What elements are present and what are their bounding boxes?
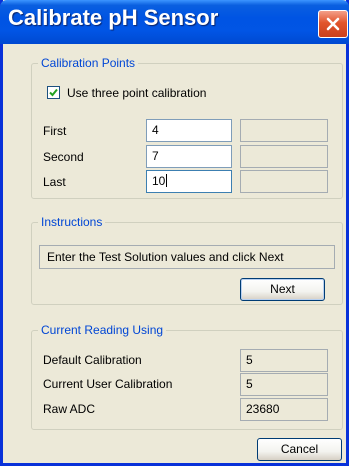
three-point-checkbox-label[interactable]: Use three point calibration: [67, 86, 206, 100]
dialog-window: Calibrate pH Sensor Calibration Points U…: [0, 0, 349, 466]
last-value-text: 10: [152, 174, 166, 188]
last-value-input[interactable]: 10: [146, 170, 232, 193]
current-reading-group: Current Reading Using Default Calibratio…: [31, 323, 343, 430]
last-status-field: [240, 170, 328, 193]
cancel-button[interactable]: Cancel: [257, 438, 342, 461]
three-point-checkbox[interactable]: [47, 86, 60, 99]
second-value-text: 7: [152, 149, 159, 163]
title-bar[interactable]: Calibrate pH Sensor: [0, 0, 349, 44]
user-calibration-value: 5: [240, 373, 328, 396]
second-status-field: [240, 145, 328, 168]
first-value-text: 4: [152, 123, 159, 137]
first-value-input[interactable]: 4: [146, 119, 232, 142]
window-title: Calibrate pH Sensor: [8, 5, 219, 30]
last-label: Last: [43, 175, 66, 189]
current-reading-legend: Current Reading Using: [38, 323, 167, 337]
checkmark-icon: [49, 88, 58, 97]
instructions-group: Instructions Enter the Test Solution val…: [31, 215, 343, 305]
calibration-points-group: Calibration Points Use three point calib…: [31, 56, 343, 199]
calibration-points-legend: Calibration Points: [38, 56, 139, 70]
close-icon: [326, 17, 340, 31]
first-status-field: [240, 119, 328, 142]
instructions-legend: Instructions: [38, 215, 106, 229]
instructions-text-box: Enter the Test Solution values and click…: [39, 245, 335, 269]
instructions-text: Enter the Test Solution values and click…: [47, 250, 284, 264]
next-button[interactable]: Next: [240, 278, 325, 301]
text-caret: [166, 174, 168, 187]
close-button[interactable]: [318, 10, 348, 38]
raw-adc-value: 23680: [240, 398, 328, 421]
default-calibration-label: Default Calibration: [43, 353, 142, 367]
second-value-input[interactable]: 7: [146, 145, 232, 168]
user-calibration-label: Current User Calibration: [43, 377, 173, 391]
default-calibration-value: 5: [240, 349, 328, 372]
second-label: Second: [43, 150, 84, 164]
raw-adc-label: Raw ADC: [43, 402, 96, 416]
first-label: First: [43, 124, 67, 138]
